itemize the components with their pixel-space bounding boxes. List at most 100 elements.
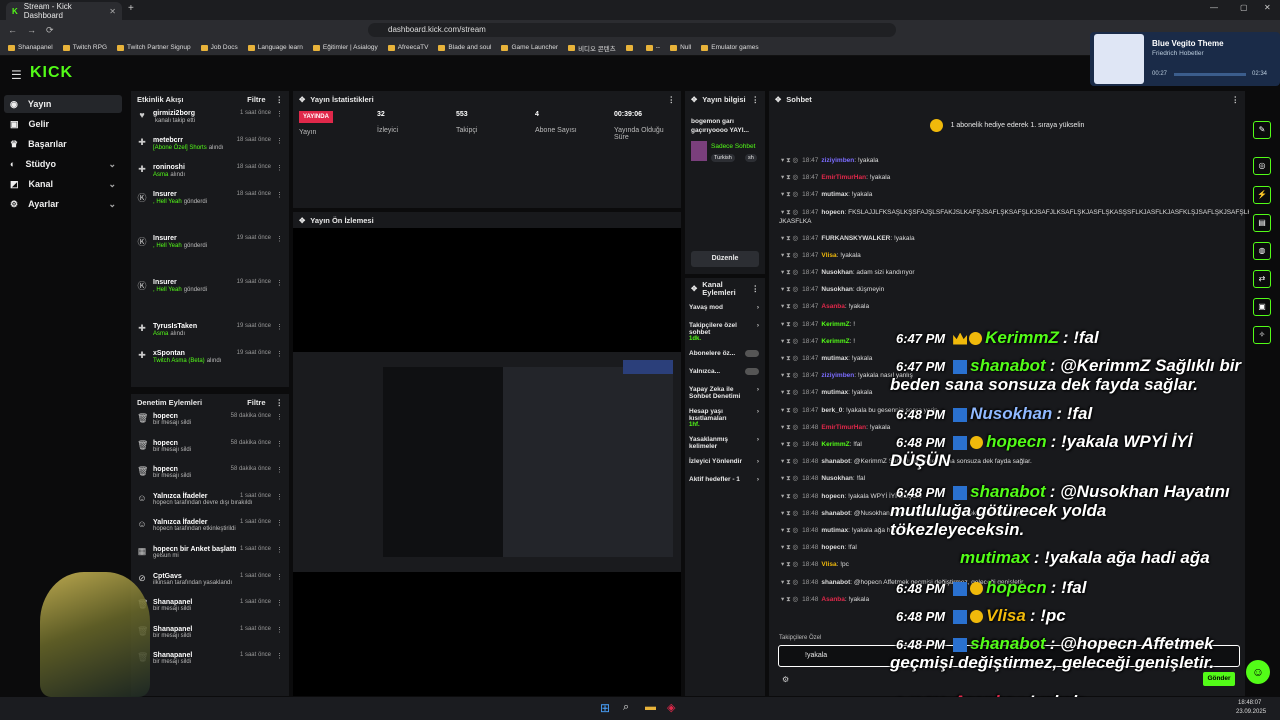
chat-message[interactable]: ▾ ⧗ ◎ 18:47 Vlisa: !yakala — [781, 251, 861, 260]
trash-icon[interactable]: ▤ — [1253, 214, 1271, 232]
moderation-item[interactable]: 🗑Shanapanelbir mesajı sildi1 saat önce⋮ — [131, 596, 289, 623]
chat-bubble-icon[interactable]: ◍ — [1253, 242, 1271, 260]
channel-action-item[interactable]: Aktif hedefler - 1 › — [685, 472, 765, 490]
bookmark-item[interactable]: Job Docs — [200, 44, 238, 51]
sidebar-item-kanal[interactable]: ◩ Kanal ⌄ — [4, 175, 122, 193]
more-icon[interactable]: ⋮ — [752, 285, 760, 293]
bookmark-item[interactable]: Emulator games — [701, 44, 759, 51]
chat-message[interactable]: ▾ ⧗ ◎ 18:47 Nusokhan: adam sizi kandırıyor — [781, 268, 915, 277]
pin-icon[interactable]: ▾ ⧗ ◎ — [781, 407, 798, 414]
channel-action-item[interactable]: Hesap yaşı kısıtlamaları 1hf. › — [685, 404, 765, 432]
channel-action-item[interactable]: Yalnızca... — [685, 364, 765, 382]
media-progress[interactable] — [1174, 73, 1246, 76]
wrench-icon[interactable]: ✧ — [1253, 326, 1271, 344]
chat-message[interactable]: ▾ ⧗ ◎ 18:48 Nusokhan: !fal — [781, 474, 865, 483]
activity-item[interactable]: ✚ roninoshi Asma alındı 18 saat önce ⋮ — [131, 161, 289, 188]
pin-icon[interactable]: ▾ ⧗ ◎ — [781, 321, 798, 328]
bookmark-item[interactable]: Null — [670, 44, 691, 51]
support-icon[interactable]: ☺ — [1246, 660, 1270, 684]
pin-icon[interactable]: ▾ ⧗ ◎ — [781, 389, 798, 396]
moderation-item[interactable]: 🗑Shanapanelbir mesajı sildi1 saat önce⋮ — [131, 649, 289, 676]
windows-start-icon[interactable]: ⊞ — [600, 701, 610, 715]
more-icon[interactable]: ⋮ — [276, 440, 283, 448]
bolt-icon[interactable]: ⚡ — [1253, 186, 1271, 204]
moderation-item[interactable]: ▦ hopecn bir Anket başlattı gelsun mi 1 saa… — [131, 543, 289, 570]
moderation-filter-button[interactable]: Filtre — [247, 398, 265, 407]
bookmark-item[interactable]: -- — [645, 44, 660, 51]
more-icon[interactable]: ⋮ — [1232, 95, 1240, 104]
activity-filter-button[interactable]: Filtre — [247, 95, 265, 104]
chat-settings-icon[interactable]: ⚙ — [782, 675, 789, 684]
back-icon[interactable]: ← — [8, 25, 17, 35]
more-icon[interactable]: ⋮ — [752, 95, 760, 104]
browser-icon[interactable]: ◈ — [667, 701, 675, 714]
more-icon[interactable]: ⋮ — [276, 137, 283, 145]
chat-message[interactable]: ▾ ⧗ ◎ 18:47 mutimax: !yakala — [781, 354, 872, 363]
pin-icon[interactable]: ▾ ⧗ ◎ — [781, 458, 798, 465]
browser-tab[interactable]: K Stream - Kick Dashboard ✕ — [6, 2, 122, 20]
pin-icon[interactable]: ▾ ⧗ ◎ — [781, 544, 798, 551]
more-icon[interactable]: ⋮ — [276, 466, 283, 474]
activity-item[interactable]: Ⓚ Insurer, Hell Yeah gönderdi 19 saat önce ⋮ — [131, 232, 289, 276]
pin-icon[interactable]: ▾ ⧗ ◎ — [781, 303, 798, 310]
link-icon[interactable]: ⇄ — [1253, 270, 1271, 288]
pin-icon[interactable]: ▾ ⧗ ◎ — [781, 579, 798, 586]
pin-icon[interactable]: ▾ ⧗ ◎ — [781, 174, 798, 181]
pin-icon[interactable]: ▾ ⧗ ◎ — [781, 527, 798, 534]
pin-icon[interactable]: ▾ ⧗ ◎ — [781, 561, 798, 568]
sidebar-item-gelir[interactable]: ▣ Gelir — [4, 115, 122, 133]
activity-item[interactable]: ♥ girmizi2borg kanalı takip etti 1 saat önc… — [131, 107, 289, 134]
bookmark-item[interactable]: Twitch Partner Signup — [117, 44, 191, 51]
chat-message[interactable]: ▾ ⧗ ◎ 18:47 Asanba: !yakala — [781, 302, 869, 311]
moderation-item[interactable]: ☺ Yalnızca İfadeler hopecn tarafından etki… — [131, 516, 289, 543]
moderation-item[interactable]: ⊘ CptGavs ilkinsan tarafından yasaklandı 1 … — [131, 570, 289, 597]
pin-icon[interactable]: ▾ ⧗ ◎ — [781, 338, 798, 345]
activity-item[interactable]: ✚ TyrusIsTaken Asma alındı 19 saat önce ⋮ — [131, 320, 289, 347]
menu-icon[interactable]: ☰ — [11, 68, 22, 82]
tag-2[interactable]: sh — [745, 154, 757, 162]
send-button[interactable]: Gönder — [1203, 672, 1235, 686]
pin-icon[interactable]: ▾ ⧗ ◎ — [781, 355, 798, 362]
channel-action-item[interactable]: Yasaklanmış kelimeler › — [685, 432, 765, 454]
activity-item[interactable]: Ⓚ Insurer, Hell Yeah gönderdi 18 saat önce ⋮ — [131, 188, 289, 232]
more-icon[interactable]: ⋮ — [276, 493, 283, 501]
channel-action-item[interactable]: Yapay Zeka ile Sohbet Denetimi › — [685, 382, 765, 404]
bookmark-item[interactable]: AfreecaTV — [387, 44, 428, 51]
channel-action-item[interactable]: Takipçilere özel sohbet 1dk. › — [685, 318, 765, 346]
chat-message[interactable]: ▾ ⧗ ◎ 18:48 KerimmZ: !fal — [781, 440, 862, 449]
more-icon[interactable]: ⋮ — [276, 191, 283, 199]
chat-message[interactable]: ▾ ⧗ ◎ 18:47 FURKANSKYWALKER: !yakala — [781, 234, 915, 243]
bookmark-item[interactable]: Language learn — [247, 44, 303, 51]
moderation-item[interactable]: 🗑Shanapanelbir mesajı sildi1 saat önce⋮ — [131, 623, 289, 650]
pencil-icon[interactable]: ✎ — [1253, 121, 1271, 139]
bookmark-item[interactable] — [625, 44, 636, 51]
sidebar-item-stüdyo[interactable]: ◐ Stüdyo ⌄ — [4, 155, 122, 173]
moderation-item[interactable]: 🗑 hopecn bir mesajı sildi 58 dakika önce ⋮ — [131, 463, 289, 490]
toggle-switch[interactable] — [745, 350, 759, 357]
chat-message[interactable]: ▾ ⧗ ◎ 18:47 mutimax: !yakala — [781, 190, 872, 199]
more-icon[interactable]: ⋮ — [276, 519, 283, 527]
pin-icon[interactable]: ▾ ⧗ ◎ — [781, 157, 798, 164]
moderation-item[interactable]: 🗑 hopecn bir mesajı sildi 58 dakika önce ⋮ — [131, 437, 289, 464]
media-widget[interactable]: Blue Vegito Theme Friedrich Hobetler 00:… — [1090, 32, 1280, 86]
edit-button[interactable]: Düzenle — [691, 251, 759, 267]
more-icon[interactable]: ⋮ — [276, 164, 283, 172]
minimize-icon[interactable]: — — [1210, 3, 1218, 12]
more-icon[interactable]: ⋮ — [276, 413, 283, 421]
search-icon[interactable]: ⌕ — [623, 701, 629, 714]
bookmark-item[interactable]: Twitch RPG — [62, 44, 107, 51]
bookmark-item[interactable]: Eğitimler | Asialogy — [312, 44, 378, 51]
channel-action-item[interactable]: İzleyici Yönlendir › — [685, 454, 765, 472]
activity-item[interactable]: Ⓚ Insurer, Hell Yeah gönderdi 19 saat önce ⋮ — [131, 276, 289, 320]
chat-message[interactable]: ▾ ⧗ ◎ 18:47 mutimax: !yakala — [781, 388, 872, 397]
moderation-item[interactable]: 🗑 hopecn bir mesajı sildi 58 dakika önce ⋮ — [131, 410, 289, 437]
more-icon[interactable]: ⋮ — [276, 652, 283, 660]
more-icon[interactable]: ⋮ — [276, 599, 283, 607]
window-close-icon[interactable]: ✕ — [1264, 3, 1271, 12]
gift-banner[interactable]: 1 abonelik hediye ederek 1. sıraya yükse… — [769, 111, 1245, 139]
more-icon[interactable]: ⋮ — [276, 110, 283, 118]
pin-icon[interactable]: ▾ ⧗ ◎ — [781, 191, 798, 198]
more-icon[interactable]: ⋮ — [276, 573, 283, 581]
moderation-item[interactable]: ☺ Yalnızca İfadeler hopecn tarafından devr… — [131, 490, 289, 517]
chat-message[interactable]: ▾ ⧗ ◎ 18:48 Asanba: !yakala — [781, 595, 869, 604]
